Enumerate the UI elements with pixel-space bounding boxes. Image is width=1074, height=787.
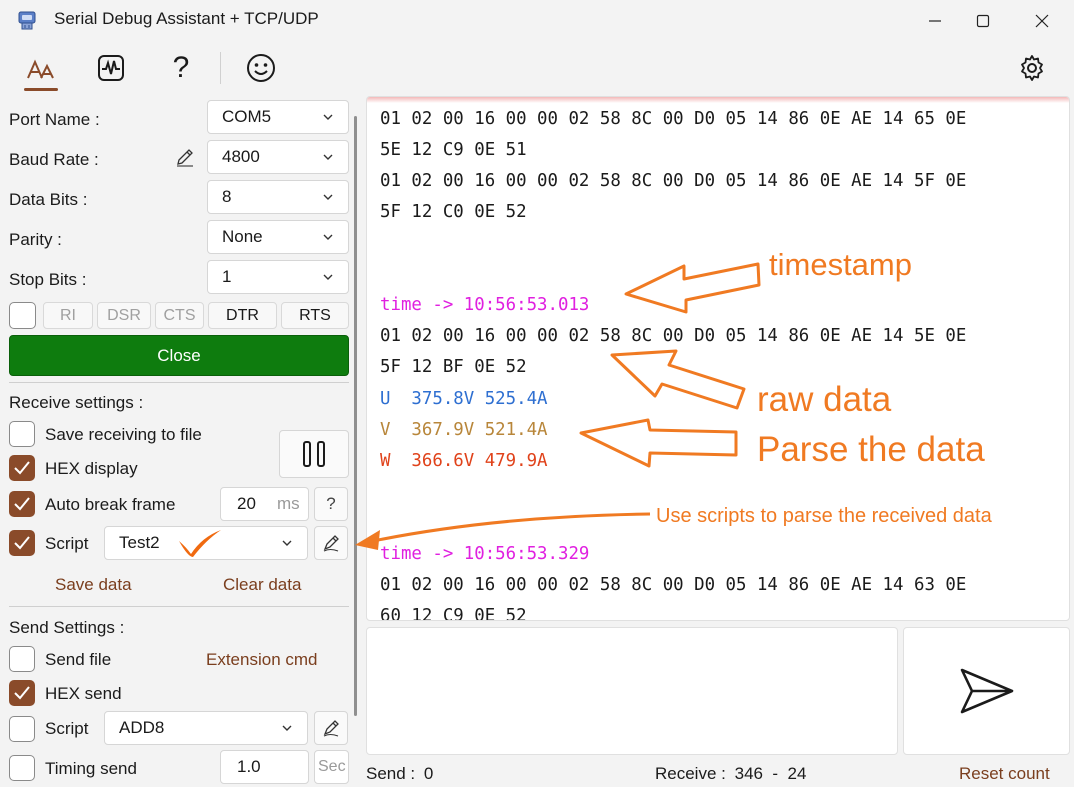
send-count-value: 0 — [423, 764, 434, 783]
receive-count-label: Receive : — [655, 764, 726, 783]
annotation-parse: Parse the data — [757, 430, 985, 469]
receive-count: Receive : 346 - 24 — [655, 764, 806, 784]
send-count: Send : 0 — [366, 764, 433, 784]
receive-count-value: 346 - 24 — [734, 764, 807, 783]
send-icon — [960, 668, 1013, 714]
annotation-raw-data: raw data — [757, 380, 892, 419]
send-input[interactable] — [366, 627, 898, 755]
send-button[interactable] — [903, 627, 1070, 755]
annotation-timestamp: timestamp — [769, 247, 912, 282]
annotation-scripts: Use scripts to parse the received data — [656, 505, 992, 527]
reset-count-link[interactable]: Reset count — [959, 764, 1050, 784]
send-count-label: Send : — [366, 764, 416, 783]
